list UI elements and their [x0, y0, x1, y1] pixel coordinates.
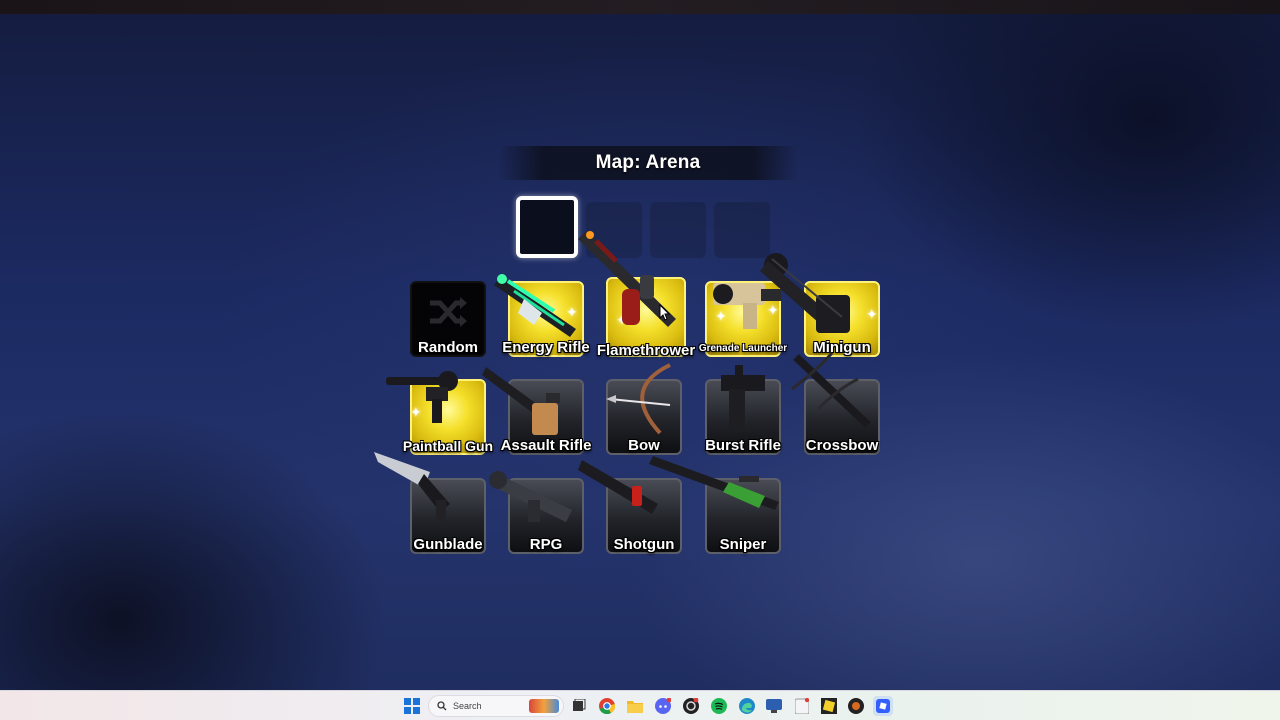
taskbar: Search: [0, 690, 1280, 720]
crossbow-icon: [791, 352, 871, 428]
weapon-gunblade[interactable]: Gunblade: [374, 452, 486, 554]
spotify-icon[interactable]: [709, 696, 729, 716]
taskbar-search-input[interactable]: Search: [428, 695, 564, 717]
obs-icon[interactable]: [846, 696, 866, 716]
windows-start-icon[interactable]: [402, 696, 422, 716]
weapon-sniper[interactable]: Sniper: [649, 456, 781, 554]
file-explorer-icon[interactable]: [625, 696, 645, 716]
weapon-burst-rifle[interactable]: Burst Rifle: [705, 365, 781, 455]
game-app-icon[interactable]: [681, 696, 701, 716]
flamethrower-icon: [578, 231, 676, 327]
roblox-icon[interactable]: [873, 696, 893, 716]
search-highlight-icon: [529, 699, 559, 713]
gunblade-icon: [374, 452, 450, 522]
search-placeholder: Search: [453, 701, 482, 711]
weapon-crossbow[interactable]: Crossbow: [791, 352, 880, 455]
weapon-random[interactable]: Random: [410, 281, 486, 357]
roblox-studio-icon[interactable]: [819, 696, 839, 716]
chrome-icon[interactable]: [597, 696, 617, 716]
weapon-rpg[interactable]: RPG: [489, 471, 584, 554]
discord-icon[interactable]: [653, 696, 673, 716]
weapon-bow[interactable]: Bow: [606, 363, 682, 455]
notepad-icon[interactable]: [792, 696, 812, 716]
remote-desktop-icon[interactable]: [764, 696, 784, 716]
task-view-icon[interactable]: [569, 696, 589, 716]
map-banner: Map: Arena: [498, 146, 798, 180]
weapon-minigun[interactable]: ✦ Minigun: [760, 253, 880, 357]
paintball-gun-icon: [386, 371, 458, 423]
shuffle-icon: [430, 297, 467, 327]
search-icon: [437, 701, 447, 711]
top-window-strip: [0, 0, 1280, 14]
edge-icon[interactable]: [737, 696, 757, 716]
map-title: Map: Arena: [595, 152, 701, 173]
weapon-flamethrower[interactable]: ✦ ✦ Flamethrower: [578, 231, 695, 359]
mouse-cursor-icon: [659, 304, 671, 321]
weapon-assault-rifle[interactable]: Assault Rifle: [482, 367, 591, 455]
minigun-icon: [760, 253, 850, 333]
bow-icon: [606, 363, 671, 435]
sniper-icon: [649, 456, 779, 510]
weapon-label: Sniper: [719, 536, 767, 553]
loadout-slot-empty[interactable]: [714, 202, 770, 258]
weapon-label: Crossbow: [805, 437, 879, 454]
burst-rifle-icon: [721, 365, 765, 429]
rpg-icon: [489, 471, 572, 522]
weapon-paintball-gun[interactable]: ✦ Paintball Gun: [386, 371, 493, 455]
